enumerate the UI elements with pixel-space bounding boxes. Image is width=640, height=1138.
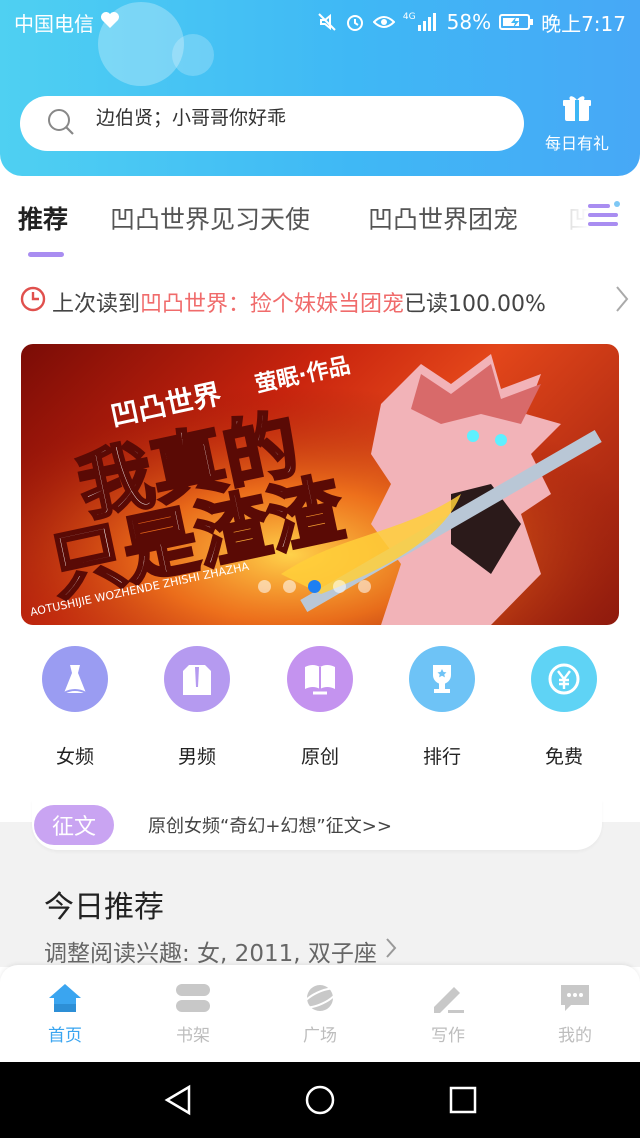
nav-mine[interactable]: 我的 xyxy=(530,981,620,1046)
carousel-dot[interactable] xyxy=(358,580,371,593)
contest-notice[interactable]: 征文 原创女频“奇幻+幻想”征文>> xyxy=(32,800,602,850)
bookshelf-icon xyxy=(148,981,238,1015)
daily-gift-label: 每日有礼 xyxy=(544,134,609,153)
category-label: 免费 xyxy=(544,746,583,768)
status-bar: 中国电信 4G 58% 晚上7:17 xyxy=(0,0,640,44)
clock-time: 晚上7:17 xyxy=(541,11,626,36)
last-read-prefix: 上次读到 xyxy=(52,292,141,317)
last-read-book-title: 凹凸世界：捡个妹妹当团宠 xyxy=(140,292,405,317)
alarm-icon xyxy=(345,12,365,32)
bottom-nav: 首页 书架 广场 写作 我的 xyxy=(0,965,640,1062)
category-shortcuts: 女频 男频 原创 排行 免费 xyxy=(0,646,640,776)
today-recommend-title: 今日推荐 xyxy=(44,890,164,925)
gift-icon: $ xyxy=(562,96,592,126)
signal-icon: 4G xyxy=(403,13,439,31)
category-label: 男频 xyxy=(177,746,216,768)
carousel-dot[interactable] xyxy=(333,580,346,593)
system-nav-bar xyxy=(0,1062,640,1138)
shirt-icon xyxy=(164,646,230,712)
mute-icon xyxy=(317,12,337,32)
carousel-dot[interactable] xyxy=(283,580,296,593)
nav-label: 我的 xyxy=(558,1026,592,1046)
category-ranking[interactable]: 排行 xyxy=(387,646,497,769)
chat-icon xyxy=(530,981,620,1015)
carousel-dot[interactable] xyxy=(308,580,321,593)
category-label: 女频 xyxy=(55,746,94,768)
nav-home[interactable]: 首页 xyxy=(20,981,110,1046)
last-read-progress: 已读100.00% xyxy=(404,292,546,317)
reading-interest-text: 调整阅读兴趣: 女, 2011, 双子座 xyxy=(44,941,377,967)
history-clock-icon xyxy=(20,286,46,318)
planet-icon xyxy=(275,981,365,1015)
dress-icon xyxy=(42,646,108,712)
nav-label: 广场 xyxy=(303,1026,337,1046)
app-screen: 中国电信 4G 58% 晚上7:17 边伯贤；小哥哥你好乖 $ 每日有礼 推荐 … xyxy=(0,0,640,1138)
nav-label: 写作 xyxy=(431,1026,465,1046)
nav-label: 首页 xyxy=(48,1026,82,1046)
eye-icon xyxy=(372,14,395,30)
tab-recommend[interactable]: 推荐 xyxy=(18,200,68,236)
nav-write[interactable]: 写作 xyxy=(403,981,493,1046)
recent-apps-icon[interactable] xyxy=(448,1084,478,1120)
search-input[interactable]: 边伯贤；小哥哥你好乖 xyxy=(20,96,524,151)
heart-icon xyxy=(100,10,120,34)
chevron-right-icon xyxy=(385,937,397,965)
nav-label: 书架 xyxy=(176,1026,210,1046)
home-circle-icon[interactable] xyxy=(304,1084,336,1120)
battery-percent: 58% xyxy=(446,10,492,34)
carousel-dot[interactable] xyxy=(258,580,271,593)
battery-icon xyxy=(499,13,534,31)
carousel-indicator xyxy=(258,580,371,593)
tab-aotu-team-pet[interactable]: 凹凸世界团宠 xyxy=(368,200,518,236)
carrier-label: 中国电信 xyxy=(14,11,94,36)
book-icon xyxy=(287,646,353,712)
header: 中国电信 4G 58% 晚上7:17 边伯贤；小哥哥你好乖 $ 每日有礼 xyxy=(0,0,640,176)
tab-aotu-trainee-angel[interactable]: 凹凸世界见习天使 xyxy=(110,200,310,236)
home-icon xyxy=(20,981,110,1015)
reading-interest-link[interactable]: 调整阅读兴趣: 女, 2011, 双子座 xyxy=(44,934,397,968)
contest-text: 原创女频“奇幻+幻想”征文>> xyxy=(148,816,392,837)
category-label: 原创 xyxy=(300,746,339,768)
category-original[interactable]: 原创 xyxy=(265,646,375,769)
category-male[interactable]: 男频 xyxy=(142,646,252,769)
tab-menu-icon[interactable] xyxy=(586,198,622,236)
yen-icon xyxy=(531,646,597,712)
promo-banner[interactable]: 凹凸世界 萤眠·作品 我真的 只是渣渣 AOTUSHIJIE WOZHENDE … xyxy=(21,344,619,625)
nav-bookshelf[interactable]: 书架 xyxy=(148,981,238,1046)
tab-indicator xyxy=(28,252,64,257)
back-icon[interactable] xyxy=(163,1084,193,1120)
svg-text:$: $ xyxy=(574,110,579,119)
last-read-bar[interactable]: 上次读到 凹凸世界：捡个妹妹当团宠 已读100.00% xyxy=(20,282,630,322)
category-label: 排行 xyxy=(422,746,461,768)
chevron-right-icon xyxy=(614,284,630,320)
pen-icon xyxy=(403,981,493,1015)
search-icon xyxy=(46,107,76,141)
daily-gift-button[interactable]: $ 每日有礼 xyxy=(536,94,618,156)
category-free[interactable]: 免费 xyxy=(509,646,619,769)
search-placeholder: 边伯贤；小哥哥你好乖 xyxy=(96,107,287,129)
nav-plaza[interactable]: 广场 xyxy=(275,981,365,1046)
contest-badge: 征文 xyxy=(34,805,115,845)
category-tabs: 推荐 凹凸世界见习天使 凹凸世界团宠 凹 xyxy=(0,188,640,260)
category-female[interactable]: 女频 xyxy=(20,646,130,769)
trophy-icon xyxy=(409,646,475,712)
